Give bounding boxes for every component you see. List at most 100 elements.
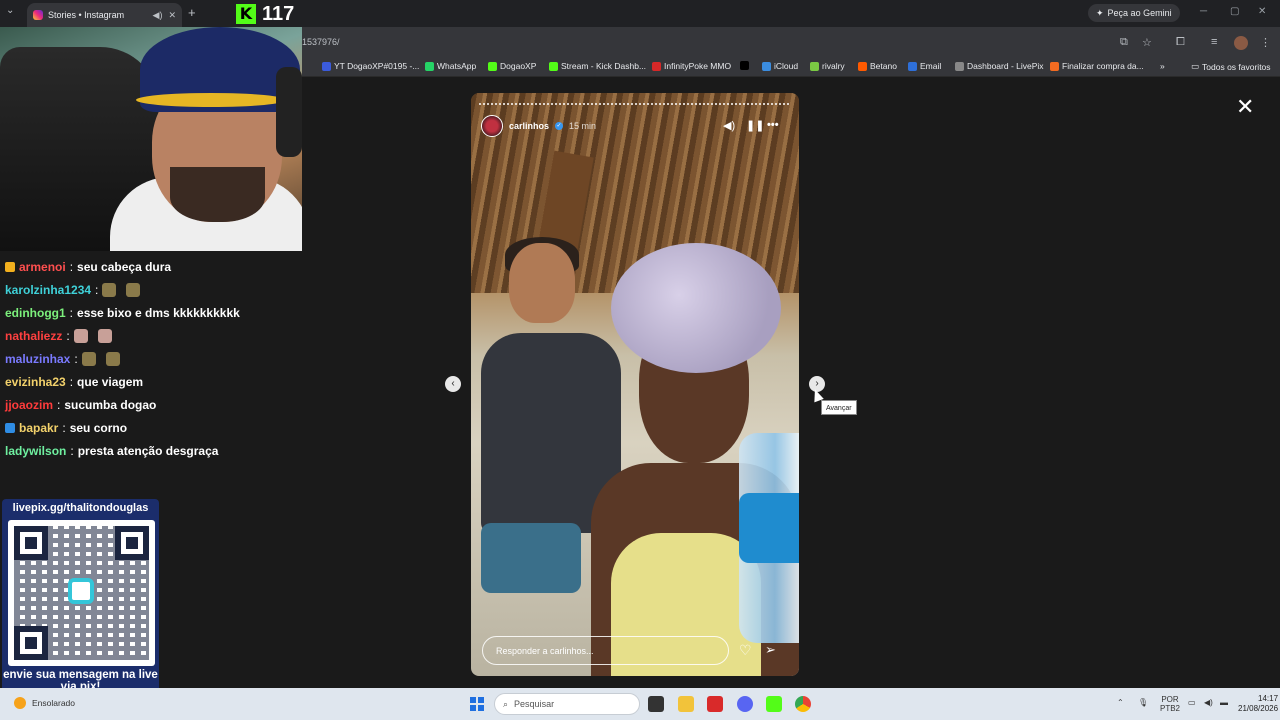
viewer-count: 117 [262, 2, 295, 25]
bookmark-favicon-icon [858, 61, 867, 71]
chat-text: seu corno [69, 420, 128, 435]
kick-logo-icon: K [236, 4, 256, 24]
bookmark-favicon-icon [810, 61, 819, 71]
bookmarks-overflow-icon[interactable]: » [1160, 61, 1165, 71]
bookmark-item[interactable] [740, 61, 752, 70]
livepix-panel: livepix.gg/thalitondouglas envie sua men… [2, 499, 159, 702]
chat-badge-icon [5, 261, 15, 272]
bookmark-label: Dashboard - LivePix [967, 61, 1044, 71]
taskbar-search[interactable]: ⌕ Pesquisar [494, 693, 640, 715]
start-button[interactable] [470, 697, 484, 711]
story-header: carlinhos ✓ 15 min [481, 114, 596, 138]
maximize-button[interactable]: ▢ [1230, 6, 1239, 17]
bookmark-item[interactable]: InfinityPoke MMO [652, 61, 731, 71]
weather-text: Ensolarado [32, 698, 76, 708]
bookmark-item[interactable]: Email [908, 61, 941, 71]
chat-text: esse bixo e dms kkkkkkkkkk [77, 305, 240, 320]
bookmark-item[interactable]: Stream - Kick Dashb... [549, 61, 646, 71]
bookmark-label: Finalizar compra da... [1062, 61, 1144, 71]
tray-chevron-icon[interactable]: ⌃ [1117, 698, 1124, 707]
taskbar-clock[interactable]: 14:17 21/08/2026 [1238, 694, 1278, 714]
chat-separator: : [57, 397, 61, 412]
story-card[interactable]: carlinhos ✓ 15 min ◀) ❚❚ ••• Responder a… [471, 93, 799, 676]
microphone-icon[interactable]: 🎙 [1138, 698, 1148, 707]
discord-icon[interactable] [737, 696, 753, 712]
bookmark-favicon-icon [740, 61, 749, 70]
more-options-icon[interactable]: ••• [767, 119, 779, 131]
all-bookmarks-button[interactable]: ▭ Todos os favoritos [1191, 61, 1271, 72]
volume-icon[interactable]: ◀) [1204, 698, 1213, 707]
chat-username: ladywilson [5, 443, 67, 458]
bookmark-label: rivalry [822, 61, 845, 71]
bookmark-item[interactable]: YT DogaoXP#0195 -... [322, 61, 419, 71]
chat-message: ladywilson: presta atenção desgraça [0, 439, 302, 462]
audio-icon[interactable]: ◀) [153, 10, 163, 21]
chat-text: sucumba dogao [64, 397, 157, 412]
heart-icon[interactable]: ♡ [739, 642, 752, 659]
pause-icon[interactable]: ❚❚ [746, 119, 764, 132]
gemini-label: Peça ao Gemini [1107, 8, 1172, 18]
story-progress-bar [479, 103, 791, 105]
profile-avatar[interactable] [1234, 36, 1248, 50]
battery-icon[interactable]: ▬ [1220, 698, 1228, 707]
url-text[interactable]: 1537976/ [302, 37, 340, 47]
install-icon[interactable]: ⧉ [1120, 36, 1128, 49]
kick-app-icon[interactable] [766, 696, 782, 712]
minimize-button[interactable]: ─ [1200, 6, 1207, 17]
bookmark-label: Stream - Kick Dashb... [561, 61, 647, 71]
close-window-button[interactable]: ✕ [1258, 6, 1266, 17]
livepix-url: livepix.gg/thalitondouglas [12, 502, 149, 514]
bookmark-item[interactable]: WhatsApp [425, 61, 476, 71]
previous-story-button[interactable]: ‹ [445, 376, 461, 392]
chat-message: bapakr: seu corno [0, 416, 302, 439]
menu-icon[interactable]: ⋮ [1260, 36, 1271, 49]
chat-separator: : [62, 420, 66, 435]
close-stories-icon[interactable]: ✕ [1236, 94, 1254, 120]
story-image-bottle-label [739, 493, 799, 563]
chat-separator: : [95, 282, 99, 297]
task-view-icon[interactable] [648, 696, 664, 712]
reply-input[interactable]: Responder a carlinhos... [482, 636, 729, 665]
chat-username: armenoi [19, 259, 66, 274]
app-red-icon[interactable] [707, 696, 723, 712]
tab-instagram-stories[interactable]: Stories • Instagram ◀) ✕ [27, 3, 182, 27]
bookmark-item[interactable]: DogaoXP [488, 61, 536, 71]
chat-badge-icon [5, 422, 15, 433]
mute-icon[interactable]: ◀) [723, 119, 735, 132]
chat-separator: : [70, 443, 74, 458]
media-icon[interactable]: ≡ [1211, 36, 1217, 48]
chat-emote-icon [102, 282, 117, 297]
file-explorer-icon[interactable] [678, 696, 694, 712]
story-avatar[interactable] [481, 115, 503, 137]
chat-emote-icon [73, 328, 88, 343]
bookmark-item[interactable]: Finalizar compra da... [1050, 61, 1144, 71]
language-indicator[interactable]: POR PTB2 [1160, 695, 1180, 713]
windows-taskbar: Ensolarado ⌕ Pesquisar ⌃ 🎙 POR PTB2 ▭ ◀)… [0, 688, 1280, 720]
gemini-button[interactable]: ✦ Peça ao Gemini [1088, 4, 1180, 22]
bookmark-favicon-icon [549, 61, 558, 71]
search-icon: ⌕ [503, 698, 509, 709]
verified-icon: ✓ [555, 122, 564, 130]
chrome-icon[interactable] [795, 696, 811, 712]
next-tooltip: Avançar [821, 400, 857, 415]
bookmark-item[interactable]: rivalry [810, 61, 845, 71]
new-tab-button[interactable]: + [188, 5, 196, 20]
bookmark-item[interactable]: Dashboard - LivePix [955, 61, 1044, 71]
chat-separator: : [74, 351, 78, 366]
bookmark-star-icon[interactable]: ☆ [1142, 36, 1152, 49]
story-username[interactable]: carlinhos [509, 121, 549, 131]
bookmark-label: Betano [870, 61, 897, 71]
close-tab-icon[interactable]: ✕ [168, 10, 176, 21]
chat-text: presta atenção desgraça [77, 443, 219, 458]
chat-username: evizinha23 [5, 374, 66, 389]
weather-widget[interactable]: Ensolarado [14, 697, 75, 709]
bookmark-item[interactable]: iCloud [762, 61, 798, 71]
tab-search-icon[interactable]: ⌄ [6, 5, 14, 16]
extensions-icon[interactable]: ⧠ [1176, 36, 1185, 49]
sun-icon [14, 697, 26, 709]
chat-message: evizinha23: que viagem [0, 370, 302, 393]
gemini-icon: ✦ [1096, 7, 1104, 18]
send-icon[interactable]: ➢ [765, 642, 776, 658]
network-icon[interactable]: ▭ [1188, 698, 1196, 707]
bookmark-item[interactable]: Betano [858, 61, 897, 71]
